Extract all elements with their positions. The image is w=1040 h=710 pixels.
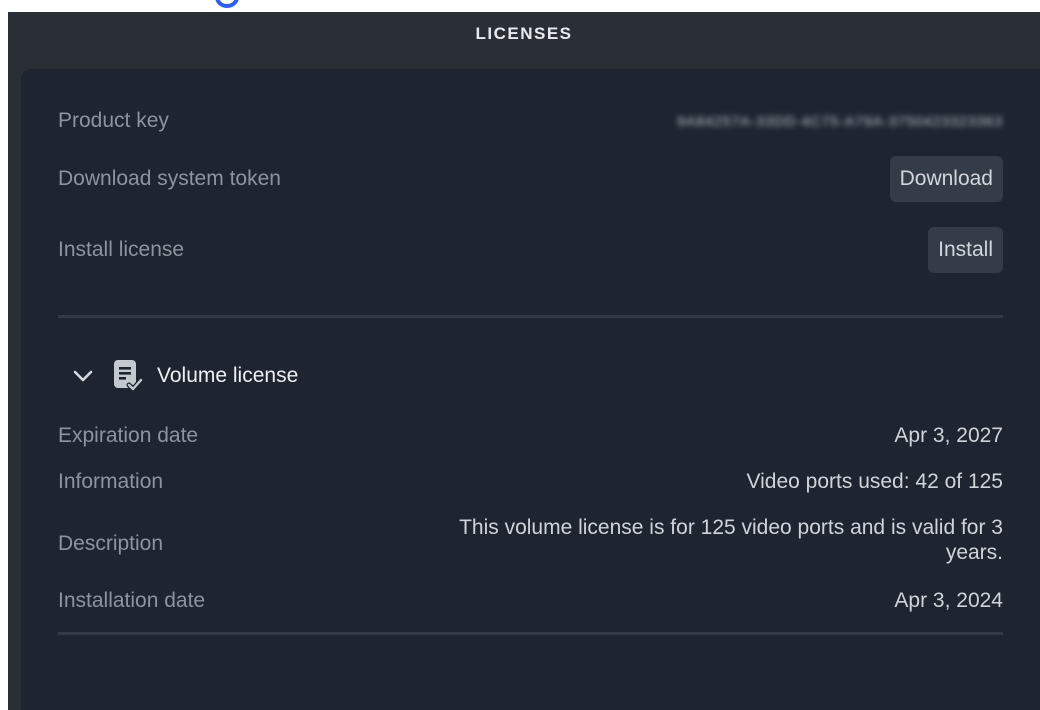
information-row: Information Video ports used: 42 of 125	[58, 467, 1003, 497]
install-button[interactable]: Install	[928, 227, 1003, 273]
partial-logo-icon	[215, 0, 239, 8]
page-title: LICENSES	[475, 24, 573, 43]
description-line-1: This volume license is for 125 video por…	[459, 516, 1003, 539]
installation-date-row: Installation date Apr 3, 2024	[58, 586, 1003, 616]
installation-date-label: Installation date	[58, 589, 206, 612]
volume-license-toggle[interactable]: Volume license	[71, 356, 298, 396]
download-button[interactable]: Download	[889, 156, 1003, 202]
divider	[58, 315, 1003, 318]
description-value: This volume license is for 125 video por…	[459, 515, 1003, 565]
expiration-date-label: Expiration date	[58, 424, 199, 447]
divider	[58, 632, 1003, 635]
licenses-window: LICENSES Product key 9A84257A-33DD-4C75-…	[8, 12, 1040, 710]
install-license-row: Install license Install	[58, 226, 1003, 274]
top-strip	[0, 0, 1040, 12]
information-label: Information	[58, 470, 164, 493]
download-token-label: Download system token	[58, 167, 281, 190]
download-token-row: Download system token Download	[58, 155, 1003, 203]
expiration-date-row: Expiration date Apr 3, 2027	[58, 421, 1003, 451]
description-row: Description This volume license is for 1…	[58, 512, 1003, 568]
licenses-panel: Product key 9A84257A-33DD-4C75-A79A-3750…	[21, 69, 1040, 710]
product-key-row: Product key 9A84257A-33DD-4C75-A79A-3750…	[58, 106, 1003, 136]
license-document-icon	[113, 359, 144, 393]
install-license-label: Install license	[58, 238, 185, 261]
chevron-down-icon[interactable]	[71, 364, 95, 388]
description-label: Description	[58, 532, 164, 555]
description-line-2: years.	[945, 541, 1003, 564]
product-key-value: 9A84257A-33DD-4C75-A79A-3750423323363	[677, 113, 1003, 129]
expiration-date-value: Apr 3, 2027	[894, 424, 1003, 447]
volume-license-title: Volume license	[157, 364, 299, 387]
information-value: Video ports used: 42 of 125	[746, 470, 1003, 493]
product-key-label: Product key	[58, 109, 169, 132]
installation-date-value: Apr 3, 2024	[894, 589, 1003, 612]
